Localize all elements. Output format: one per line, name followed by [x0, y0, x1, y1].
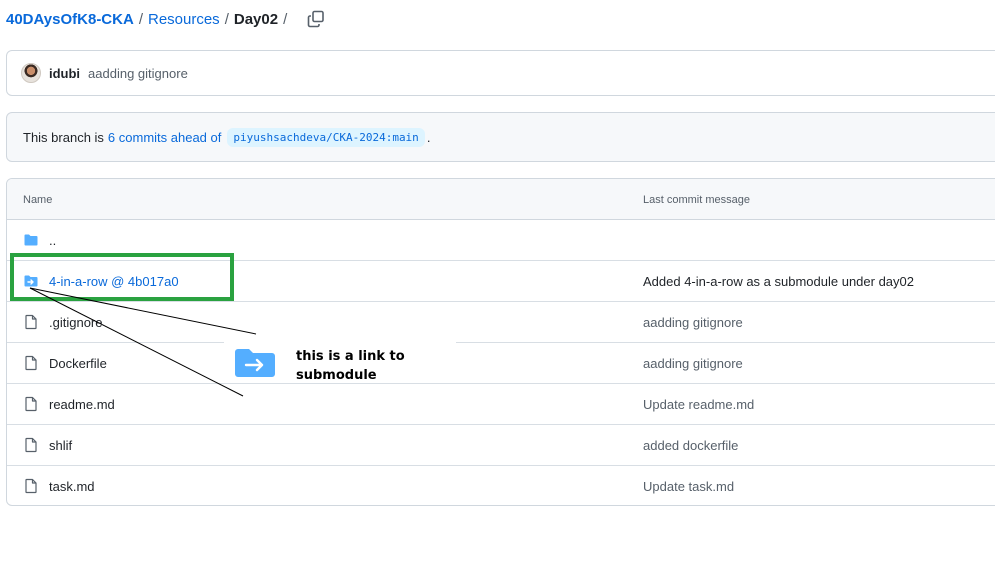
- file-icon: [25, 396, 37, 412]
- file-icon: [25, 478, 37, 494]
- row-commit-message[interactable]: Update task.md: [643, 479, 734, 494]
- table-row[interactable]: .gitignore aadding gitignore: [7, 302, 995, 343]
- breadcrumb-repo-link[interactable]: 40DAysOfK8-CKA: [6, 11, 134, 28]
- row-name[interactable]: .gitignore: [49, 315, 102, 330]
- table-row[interactable]: shlif added dockerfile: [7, 425, 995, 466]
- commits-ahead-link[interactable]: 6 commits ahead of: [108, 130, 221, 145]
- latest-commit-bar: idubi aadding gitignore: [6, 50, 995, 96]
- annotation-callout: this is a link to submodule: [224, 338, 456, 385]
- row-commit-message[interactable]: aadding gitignore: [643, 356, 743, 371]
- repo-browser-page: 40DAysOfK8-CKA / Resources / Day02 / idu…: [0, 0, 995, 568]
- breadcrumb-separator: /: [283, 10, 288, 28]
- branch-notice-prefix: This branch is: [23, 129, 104, 145]
- row-name[interactable]: Dockerfile: [49, 356, 107, 371]
- copy-path-button[interactable]: [306, 9, 326, 29]
- table-header: Name Last commit message: [7, 179, 995, 220]
- column-header-last-commit: Last commit message: [643, 194, 750, 206]
- commit-author[interactable]: idubi: [49, 66, 80, 81]
- file-icon: [25, 314, 37, 330]
- row-commit-message[interactable]: aadding gitignore: [643, 315, 743, 330]
- branch-ahead-notice: This branch is 6 commits ahead of piyush…: [6, 112, 995, 162]
- file-table: Name Last commit message .. 4-in-a-row @…: [6, 178, 995, 506]
- copy-icon: [307, 10, 325, 28]
- breadcrumb-separator: /: [138, 10, 143, 28]
- branch-notice-suffix: .: [426, 129, 431, 145]
- row-commit-message[interactable]: added dockerfile: [643, 438, 738, 453]
- annotation-highlight-box: [10, 253, 234, 301]
- row-commit-message[interactable]: Added 4-in-a-row as a submodule under da…: [643, 274, 914, 289]
- breadcrumb: 40DAysOfK8-CKA / Resources / Day02 /: [6, 8, 326, 30]
- breadcrumb-resources-link[interactable]: Resources: [148, 11, 220, 28]
- annotation-text-line2: submodule: [296, 368, 377, 383]
- breadcrumb-current: Day02: [233, 10, 279, 28]
- row-name[interactable]: readme.md: [49, 397, 115, 412]
- table-row[interactable]: task.md Update task.md: [7, 466, 995, 505]
- row-commit-message[interactable]: Update readme.md: [643, 397, 754, 412]
- file-icon: [25, 437, 37, 453]
- breadcrumb-separator: /: [224, 10, 229, 28]
- upstream-ref-chip[interactable]: piyushsachdeva/CKA-2024:main: [227, 127, 425, 147]
- commit-message[interactable]: aadding gitignore: [88, 66, 188, 81]
- file-icon: [25, 355, 37, 371]
- row-name[interactable]: shlif: [49, 438, 72, 453]
- annotation-text-line1: this is a link to: [296, 349, 405, 364]
- folder-icon: [24, 234, 38, 246]
- submodule-folder-icon: [235, 349, 275, 377]
- row-name[interactable]: task.md: [49, 479, 95, 494]
- column-header-name: Name: [23, 194, 53, 206]
- table-row[interactable]: readme.md Update readme.md: [7, 384, 995, 425]
- annotation-text: this is a link to submodule: [296, 347, 446, 385]
- row-name[interactable]: ..: [49, 233, 56, 248]
- table-row[interactable]: Dockerfile aadding gitignore: [7, 343, 995, 384]
- avatar[interactable]: [21, 63, 41, 83]
